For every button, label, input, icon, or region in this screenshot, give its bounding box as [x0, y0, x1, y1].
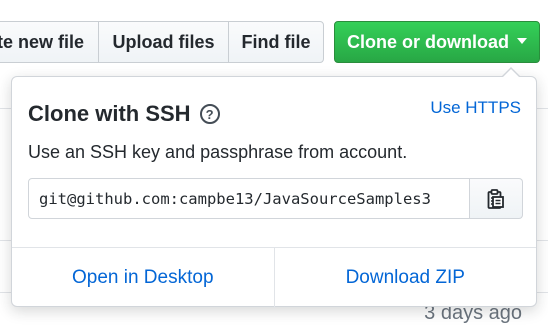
download-zip-button[interactable]: Download ZIP	[273, 248, 537, 308]
question-circle-icon[interactable]: ?	[199, 104, 220, 124]
create-new-file-button[interactable]: Create new file	[0, 21, 98, 63]
clone-dropdown: Clone with SSH ? Use HTTPS Use an SSH ke…	[11, 67, 537, 308]
clone-url-input[interactable]	[28, 178, 470, 219]
use-https-link[interactable]: Use HTTPS	[430, 98, 521, 118]
find-file-button[interactable]: Find file	[228, 21, 324, 63]
clone-url-group	[28, 178, 523, 219]
clone-or-download-button[interactable]: Clone or download	[334, 21, 540, 63]
clone-title: Clone with SSH ?	[28, 101, 220, 127]
ssh-description: Use an SSH key and passphrase from accou…	[28, 142, 408, 162]
clone-footer: Open in Desktop Download ZIP	[12, 247, 536, 308]
copy-url-button[interactable]	[470, 178, 523, 219]
clone-button-label: Clone or download	[347, 31, 509, 52]
clone-title-text: Clone with SSH	[28, 101, 191, 126]
clipboard-icon	[487, 188, 504, 209]
upload-files-button[interactable]: Upload files	[98, 21, 228, 63]
caret-down-icon	[517, 38, 527, 44]
open-in-desktop-button[interactable]: Open in Desktop	[12, 248, 274, 308]
